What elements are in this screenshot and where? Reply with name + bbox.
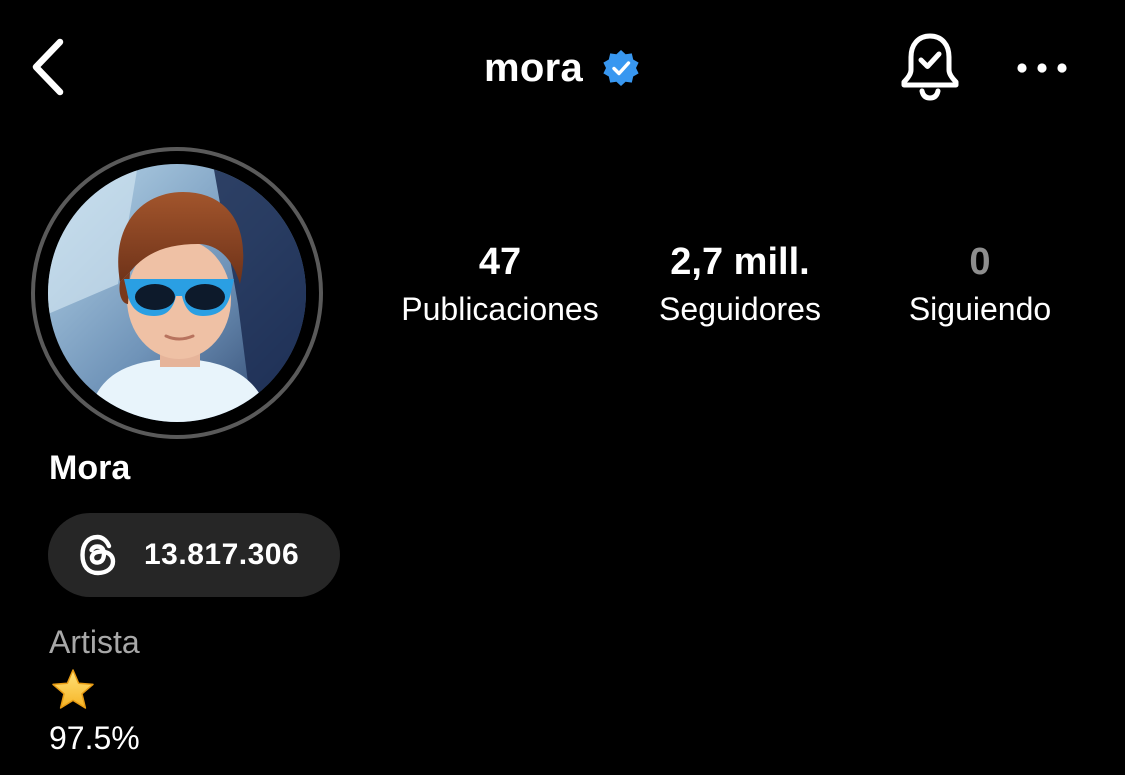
bell-check-icon xyxy=(901,33,959,101)
stat-following[interactable]: 0 Siguiendo xyxy=(850,238,1110,332)
notifications-button[interactable] xyxy=(893,28,967,106)
following-label: Siguiendo xyxy=(908,291,1052,327)
display-name: Mora xyxy=(49,449,131,487)
following-count: 0 xyxy=(969,241,991,283)
threads-badge-button[interactable]: 13.817.306 xyxy=(48,513,340,597)
posts-count: 47 xyxy=(478,241,522,283)
stat-posts[interactable]: 47 Publicaciones xyxy=(370,238,630,332)
avatar[interactable] xyxy=(48,164,306,422)
more-horizontal-icon xyxy=(1017,63,1067,73)
verified-badge-icon xyxy=(601,48,641,88)
followers-label: Seguidores xyxy=(659,291,821,327)
threads-logo-icon xyxy=(80,534,116,576)
bio-line: 97.5% xyxy=(49,720,140,756)
threads-count: 13.817.306 xyxy=(144,538,300,571)
more-options-button[interactable] xyxy=(1005,40,1079,96)
header-username: mora xyxy=(483,45,583,90)
stat-followers[interactable]: 2,7 mill. Seguidores xyxy=(610,238,870,332)
posts-label: Publicaciones xyxy=(401,291,599,327)
star-icon xyxy=(50,668,96,712)
followers-count: 2,7 mill. xyxy=(670,241,810,283)
profile-category: Artista xyxy=(49,624,140,660)
